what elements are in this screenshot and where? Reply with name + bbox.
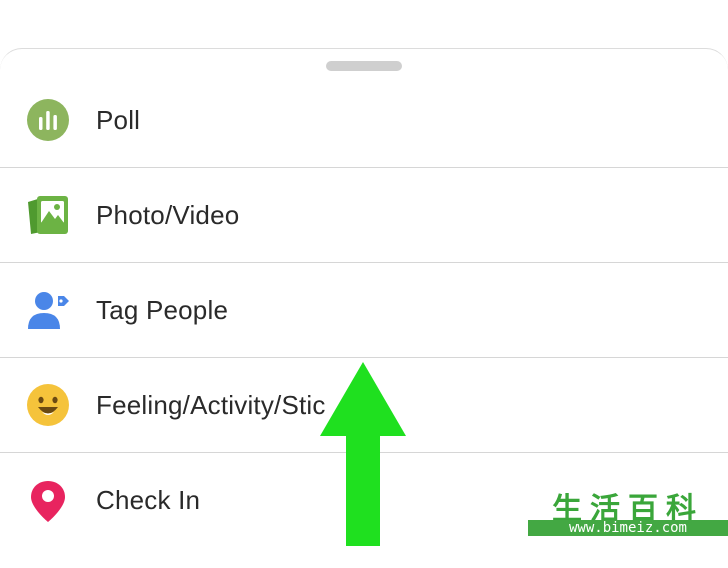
up-arrow-overlay-icon [320,362,406,546]
menu-item-label: Poll [96,104,141,135]
location-pin-icon [31,480,65,522]
photo-video-icon [28,196,68,234]
menu-item-poll[interactable]: Poll [0,73,728,168]
menu-item-label: Check In [96,485,201,515]
feeling-icon [27,384,69,426]
watermark: 生活百科 www.bimeiz.com [528,484,728,546]
menu-item-label: Feeling/Activity/Stic [96,389,326,420]
menu-item-label: Photo/Video [96,199,240,230]
tag-people-icon [28,292,69,329]
watermark-url: www.bimeiz.com [528,520,728,536]
poll-icon [27,99,69,141]
menu-item-tag-people[interactable]: Tag People [0,263,728,358]
sheet-drag-handle[interactable] [326,61,402,71]
menu-item-label: Tag People [96,294,229,325]
menu-item-photo-video[interactable]: Photo/Video [0,168,728,263]
